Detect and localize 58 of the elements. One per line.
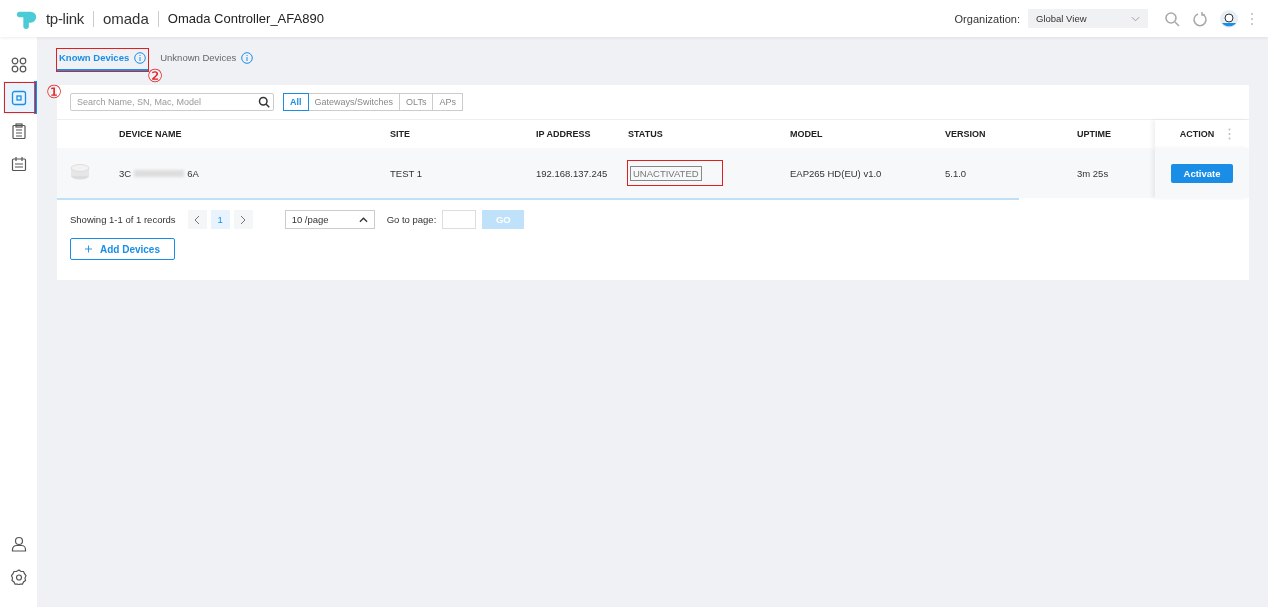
table-cell-text: 192.168.137.245 [536, 167, 609, 179]
more-icon[interactable] [1228, 128, 1231, 140]
search-field[interactable]: Search Name, SN, Mac, Model [70, 93, 274, 111]
annotation-number: ① [46, 83, 62, 101]
column-header: IP ADDRESS [536, 129, 592, 139]
table-cell-text: TEST 1 [390, 167, 424, 179]
user-icon[interactable] [10, 535, 27, 552]
add-devices-button[interactable]: Add Devices [70, 238, 175, 260]
page-size-select[interactable]: 10 /page [284, 210, 375, 229]
avatar-icon[interactable] [1220, 9, 1238, 28]
column-header: UPTIME [1077, 129, 1112, 139]
next-page-button[interactable] [233, 210, 253, 229]
filter-button[interactable]: OLTs [399, 93, 434, 111]
window-title: Omada Controller_AFA890 [167, 11, 324, 26]
sidebar-item[interactable] [3, 81, 37, 114]
activate-button[interactable]: Activate [1171, 163, 1233, 183]
organization-select[interactable]: Global View [1028, 9, 1148, 28]
clipboard-icon [10, 122, 27, 139]
tab[interactable]: Known Devices [57, 49, 149, 71]
device-name: 3C 6A [119, 167, 200, 179]
info-icon[interactable] [134, 51, 147, 64]
device-icon [10, 89, 27, 106]
organization-label: Organization: [954, 12, 1020, 25]
column-header: DEVICE NAME [119, 129, 183, 139]
annotation-number: ② [147, 67, 163, 85]
access-point-icon [70, 164, 90, 180]
filter-button[interactable]: All [283, 93, 309, 111]
page-button[interactable]: 1 [210, 210, 230, 229]
table-cell-text: 3m 25s [1077, 167, 1110, 179]
chevron-up-icon [358, 216, 368, 223]
column-header: STATUS [628, 129, 664, 139]
blurred-text [134, 169, 185, 177]
logo-product: omada [102, 10, 149, 27]
column-header: MODEL [790, 129, 824, 139]
more-icon[interactable] [1250, 11, 1254, 26]
go-to-label: Go to page: [386, 214, 437, 225]
refresh-icon[interactable] [1192, 10, 1208, 27]
previous-page-button[interactable] [187, 210, 207, 229]
column-header: SITE [390, 129, 411, 139]
column-header: ACTION [1155, 120, 1249, 148]
calendar-icon [10, 155, 27, 172]
chevron-left-icon [194, 214, 201, 225]
table-cell-text: EAP265 HD(EU) v1.0 [790, 167, 883, 179]
filter-button[interactable]: Gateways/Switches [307, 93, 401, 111]
chevron-down-icon [1131, 15, 1140, 22]
chevron-right-icon [240, 214, 247, 225]
records-summary: Showing 1-1 of 1 records [70, 214, 176, 225]
info-icon[interactable] [241, 51, 254, 64]
page-input[interactable] [442, 210, 477, 229]
settings-icon[interactable] [10, 568, 27, 585]
filter-button[interactable]: APs [432, 93, 463, 111]
table-cell-text: 5.1.0 [945, 167, 968, 179]
search-icon[interactable] [258, 96, 270, 108]
logo-brand: tp-link [46, 10, 84, 27]
plus-icon [85, 243, 92, 255]
grid-icon [10, 56, 27, 73]
status-tag: UNACTIVATED [630, 165, 702, 181]
column-header: VERSION [945, 129, 987, 139]
